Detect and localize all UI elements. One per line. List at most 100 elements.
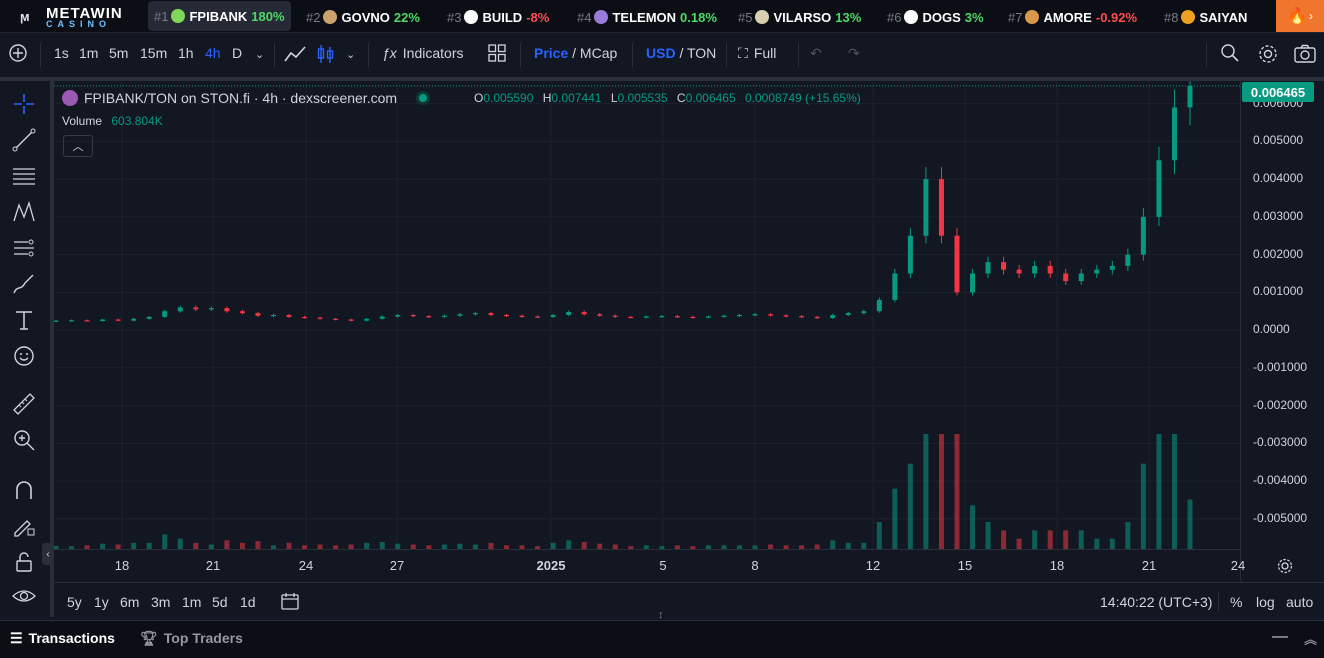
redo-button[interactable]: ↷ bbox=[848, 45, 860, 62]
eye-icon bbox=[12, 590, 36, 602]
interval-dropdown[interactable]: ⌄ bbox=[255, 45, 264, 61]
time-tick-label: 8 bbox=[751, 558, 759, 573]
range-5d[interactable]: 5d bbox=[212, 594, 228, 610]
candle-body bbox=[239, 311, 245, 314]
lock-drawing-tool[interactable] bbox=[11, 513, 37, 539]
interval-1h[interactable]: 1h bbox=[178, 45, 194, 61]
settings-button[interactable] bbox=[1257, 43, 1279, 68]
low-key: L bbox=[610, 91, 618, 105]
tab-top-traders[interactable]: 🏆︎ Top Traders bbox=[140, 630, 243, 647]
interval-D[interactable]: D bbox=[232, 45, 242, 61]
brush-tool[interactable] bbox=[11, 271, 37, 297]
close-key: C bbox=[676, 91, 686, 105]
crosshair-tool[interactable] bbox=[11, 91, 37, 117]
price-option[interactable]: Price bbox=[534, 45, 568, 61]
add-symbol-button[interactable] bbox=[8, 43, 28, 66]
collapse-legend-button[interactable]: ︿ bbox=[63, 135, 93, 157]
measure-tool[interactable] bbox=[11, 391, 37, 417]
price-chart[interactable] bbox=[54, 81, 1240, 549]
range-6m[interactable]: 6m bbox=[120, 594, 139, 610]
fullscreen-button[interactable]: ⛶ Full bbox=[738, 45, 776, 62]
ticker-item-dogs[interactable]: #6 DOGS 3% bbox=[887, 5, 984, 29]
top-traders-label: Top Traders bbox=[163, 630, 243, 646]
emoji-tool[interactable] bbox=[11, 343, 37, 369]
time-axis[interactable]: 18 21 24 27 2025 5 8 12 15 18 21 24 bbox=[54, 549, 1245, 582]
hide-drawings-tool[interactable] bbox=[11, 583, 37, 609]
prediction-tool[interactable] bbox=[11, 235, 37, 261]
price-mcap-toggle[interactable]: Price / MCap bbox=[534, 45, 617, 61]
volume-bar bbox=[566, 540, 572, 549]
volume-bar bbox=[1094, 538, 1100, 549]
text-tool[interactable] bbox=[11, 307, 37, 333]
divider bbox=[1206, 43, 1207, 67]
ticker-item-amore[interactable]: #7 AMORE -0.92% bbox=[1008, 5, 1137, 29]
percent-toggle[interactable]: % bbox=[1230, 594, 1242, 610]
axis-settings-button[interactable] bbox=[1276, 557, 1294, 580]
screenshot-button[interactable] bbox=[1293, 43, 1317, 68]
candle-body bbox=[302, 316, 308, 319]
candle-body bbox=[472, 313, 478, 315]
range-5y[interactable]: 5y bbox=[67, 594, 82, 610]
collapse-sidebar-button[interactable]: ‹ bbox=[42, 543, 54, 565]
ticker-item-telemon[interactable]: #4 TELEMON 0.18% bbox=[577, 5, 717, 29]
horizontal-lines-tool[interactable] bbox=[11, 163, 37, 189]
divider bbox=[274, 43, 275, 67]
range-1m[interactable]: 1m bbox=[182, 594, 201, 610]
log-toggle[interactable]: log bbox=[1256, 594, 1275, 610]
candle-body bbox=[1047, 265, 1053, 274]
candle-body bbox=[1032, 265, 1038, 274]
minimize-button[interactable]: — bbox=[1272, 628, 1288, 646]
ticker-change: 22% bbox=[393, 9, 420, 25]
range-3m[interactable]: 3m bbox=[151, 594, 170, 610]
range-1d[interactable]: 1d bbox=[240, 594, 256, 610]
line-chart-type-button[interactable] bbox=[283, 43, 307, 68]
interval-1m[interactable]: 1m bbox=[79, 45, 98, 61]
range-1y[interactable]: 1y bbox=[94, 594, 109, 610]
ticker-item-vilarso[interactable]: #5 VILARSO 13% bbox=[738, 5, 861, 29]
mcap-option[interactable]: MCap bbox=[580, 45, 617, 61]
logo-text-bottom: CASINO bbox=[46, 19, 112, 29]
candle-chart-type-button[interactable] bbox=[316, 43, 336, 68]
ticker-item-saiyan[interactable]: #8 SAIYAN bbox=[1164, 5, 1251, 29]
price-tick-label: -0.004000 bbox=[1253, 473, 1308, 488]
time-tick-label: 2025 bbox=[536, 558, 566, 573]
ticker-item-build[interactable]: #3 BUILD -8% bbox=[447, 5, 549, 29]
layouts-button[interactable] bbox=[487, 43, 507, 66]
candle-body bbox=[410, 315, 416, 317]
chart-legend: FPIBANK/TON on STON.fi · 4h · dexscreene… bbox=[62, 88, 428, 108]
lock-all-tool[interactable] bbox=[11, 549, 37, 575]
quick-search-button[interactable] bbox=[1220, 43, 1240, 66]
pattern-tool[interactable] bbox=[11, 199, 37, 225]
interval-15m[interactable]: 15m bbox=[140, 45, 167, 61]
candle-body bbox=[752, 314, 758, 316]
zoom-tool[interactable] bbox=[11, 427, 37, 453]
interval-4h[interactable]: 4h bbox=[205, 45, 221, 61]
undo-button[interactable]: ↶ bbox=[810, 45, 822, 62]
currency-toggle[interactable]: USD / TON bbox=[646, 45, 716, 61]
candle-body bbox=[737, 315, 743, 317]
clock[interactable]: 14:40:22 (UTC+3) bbox=[1100, 594, 1212, 610]
candle-body bbox=[1001, 262, 1007, 270]
interval-5m[interactable]: 5m bbox=[109, 45, 128, 61]
tab-transactions[interactable]: ☰ Transactions bbox=[10, 630, 115, 647]
metawin-logo[interactable]: ϻ METAWIN CASINO bbox=[14, 4, 134, 29]
usd-option[interactable]: USD bbox=[646, 45, 676, 61]
ton-option[interactable]: TON bbox=[687, 45, 716, 61]
trending-fire-button[interactable]: 🔥 › bbox=[1276, 0, 1324, 32]
expand-button[interactable]: ︽ bbox=[1304, 629, 1317, 648]
trend-line-tool[interactable] bbox=[11, 127, 37, 153]
ticker-item-govno[interactable]: #2 GOVNO 22% bbox=[306, 5, 420, 29]
chart-type-dropdown[interactable]: ⌄ bbox=[346, 45, 355, 61]
interval-1s[interactable]: 1s bbox=[54, 45, 69, 61]
market-status-icon bbox=[419, 94, 428, 102]
magnet-tool[interactable] bbox=[11, 477, 37, 503]
volume-bar bbox=[379, 542, 385, 549]
go-to-date-button[interactable] bbox=[280, 591, 300, 614]
candle-body bbox=[224, 308, 230, 312]
auto-toggle[interactable]: auto bbox=[1286, 594, 1313, 610]
ticker-symbol: SAIYAN bbox=[1199, 9, 1248, 25]
ticker-item-fpibank[interactable]: #1 FPIBANK 180% bbox=[148, 1, 291, 31]
price-axis[interactable]: 0.006000 0.005000 0.004000 0.003000 0.002000… bbox=[1240, 81, 1324, 581]
volume-bar bbox=[224, 540, 230, 549]
indicators-button[interactable]: ƒx Indicators bbox=[382, 45, 464, 61]
